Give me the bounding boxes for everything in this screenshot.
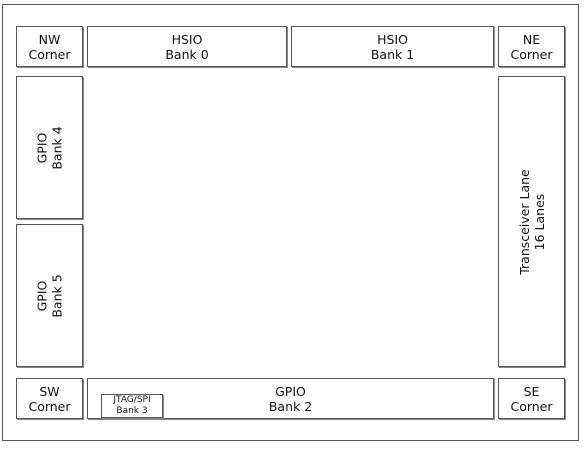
ne-corner-block: NE Corner xyxy=(498,26,565,67)
ne-corner-line2: Corner xyxy=(510,46,553,62)
ne-corner-line1: NE xyxy=(522,31,541,47)
gpio-bank5-line2: Bank 5 xyxy=(49,273,65,318)
nw-corner-line2: Corner xyxy=(28,46,71,62)
hsio-bank1-line2: Bank 1 xyxy=(370,46,415,62)
gpio-bank2-line2: Bank 2 xyxy=(268,398,313,414)
jtag-spi-line1: JTAG/SPI xyxy=(113,395,151,405)
gpio-bank5-line1: GPIO xyxy=(34,280,50,311)
se-corner-line1: SE xyxy=(523,383,540,399)
hsio-bank1-block: HSIO Bank 1 xyxy=(291,26,494,67)
gpio-bank4-line2: Bank 4 xyxy=(49,125,65,170)
hsio-bank0-line2: Bank 0 xyxy=(165,46,209,62)
gpio-bank5-block: GPIO Bank 5 xyxy=(16,224,83,367)
jtag-spi-bank3-block: JTAG/SPI Bank 3 xyxy=(101,394,163,418)
gpio-bank2-line1: GPIO xyxy=(275,383,306,399)
transceiver-line2: 16 Lanes xyxy=(531,193,547,250)
hsio-bank0-line1: HSIO xyxy=(171,31,203,47)
sw-corner-line1: SW xyxy=(39,383,60,399)
gpio-bank4-block: GPIO Bank 4 xyxy=(16,76,83,219)
transceiver-line1: Transceiver Lane xyxy=(516,168,532,275)
sw-corner-line2: Corner xyxy=(28,398,71,414)
hsio-bank1-line1: HSIO xyxy=(377,31,408,47)
device-outline xyxy=(2,4,579,441)
hsio-bank0-block: HSIO Bank 0 xyxy=(87,26,287,67)
se-corner-block: SE Corner xyxy=(498,378,565,419)
transceiver-lane-block: Transceiver Lane 16 Lanes xyxy=(498,76,565,367)
jtag-spi-line2: Bank 3 xyxy=(116,406,148,416)
sw-corner-block: SW Corner xyxy=(16,378,83,419)
gpio-bank4-line1: GPIO xyxy=(34,132,50,163)
nw-corner-block: NW Corner xyxy=(16,26,83,67)
nw-corner-line1: NW xyxy=(38,31,61,47)
se-corner-line2: Corner xyxy=(510,398,553,414)
